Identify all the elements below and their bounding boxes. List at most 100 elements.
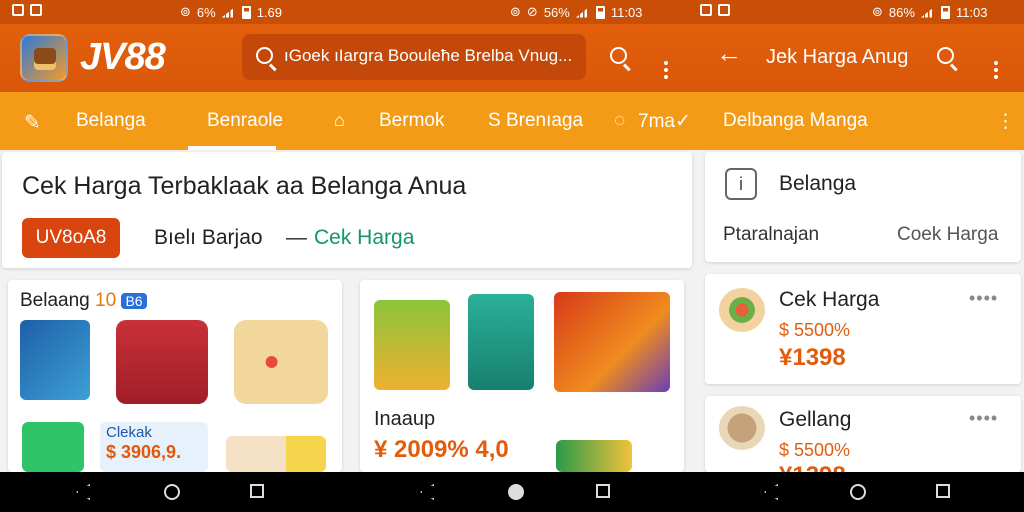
system-nav-bar xyxy=(0,472,1024,512)
more-horiz-icon[interactable]: •••• xyxy=(969,408,998,429)
status-time: 1.69 xyxy=(256,4,283,20)
headline-card: Cek Harga Terbaklaak aa Belanga Anua UV8… xyxy=(2,152,692,268)
chat-icon: ◌ xyxy=(614,110,626,131)
tab-7ma[interactable]: 7ma✓ xyxy=(638,110,691,133)
info-label: Belanga xyxy=(779,172,857,195)
tabs-more-icon[interactable]: ⋮ xyxy=(996,110,1015,133)
sub-text: Bıelı Barjao xyxy=(154,226,263,249)
price-tag-value: $ 3906,9. xyxy=(106,442,182,462)
search-icon xyxy=(937,47,954,64)
back-arrow-icon[interactable]: ← xyxy=(716,40,742,66)
status-cluster-mid: ⊚ ⊘ 56% 11:03 xyxy=(510,4,642,20)
notification-icon xyxy=(700,4,712,16)
list-item-sub: $ 5500% xyxy=(779,320,851,340)
status-time: 11:03 xyxy=(610,4,643,20)
list-item-title: Gellang xyxy=(779,408,852,431)
pin-icon[interactable]: ✎ xyxy=(24,110,41,135)
list-item[interactable]: Gellang •••• $ 5500% ¥1398 xyxy=(705,396,1021,472)
info-left-text: Ptaralnajan xyxy=(723,224,820,245)
alarm-icon: ⊚ xyxy=(510,4,521,19)
page-title: Jek Harga Anug xyxy=(766,46,909,68)
status-time: 11:03 xyxy=(955,4,988,20)
nav-home-icon[interactable] xyxy=(850,484,866,500)
green-bottle-image xyxy=(22,422,84,472)
nav-recents-icon[interactable] xyxy=(936,484,950,498)
status-cluster-left: ⊚ 6% 1.69 xyxy=(180,4,282,20)
tab-bermok[interactable]: Bermok xyxy=(379,110,444,132)
battery-percent: 56% xyxy=(543,4,570,20)
list-item-title: Cek Harga xyxy=(779,288,880,311)
promo-box-image xyxy=(554,292,670,392)
search-placeholder: ıGoek ıIargra Boouleħe Brelba Vnug... xyxy=(284,46,573,65)
snack-image xyxy=(719,406,765,450)
nav-home-icon[interactable] xyxy=(164,484,180,500)
product-card-mid[interactable]: Inaaup ¥ 2009% 4,0 xyxy=(360,280,684,472)
active-tab-indicator xyxy=(188,146,276,150)
list-item-price: ¥1398 xyxy=(779,462,846,472)
signal-icon xyxy=(221,6,236,18)
app-logo-icon[interactable] xyxy=(20,34,68,82)
list-item[interactable]: Cek Harga •••• $ 5500% ¥1398 xyxy=(705,274,1021,384)
battery-percent: 86% xyxy=(888,4,915,20)
product-card-left[interactable]: Belaang 10 B6 Clekak $ 3906,9. xyxy=(8,280,342,472)
battery-icon xyxy=(940,5,950,19)
red-bag-image xyxy=(116,320,208,404)
status-left-icons xyxy=(12,4,42,16)
grocery-image xyxy=(556,440,632,472)
bag-icon: ⌂ xyxy=(334,110,345,130)
tab-delbanga-manga[interactable]: Delbanga Manga xyxy=(723,110,868,132)
card-title: Belaang xyxy=(20,290,90,311)
nav-recents-icon[interactable] xyxy=(596,484,610,498)
food-pack-image xyxy=(374,300,450,390)
tab-benraole[interactable]: Benraole xyxy=(207,110,283,132)
gallery-icon xyxy=(30,4,42,16)
snack-box-image xyxy=(226,436,326,472)
product-name: Inaaup xyxy=(374,408,436,430)
nav-back-icon[interactable] xyxy=(76,484,90,500)
product-card-title: Belaang 10 B6 xyxy=(20,290,147,312)
info-icon: i xyxy=(725,168,757,200)
tab-belanga[interactable]: Belanga xyxy=(76,110,146,132)
overflow-menu-button-right[interactable] xyxy=(994,54,998,76)
price-tag-title: Clekak xyxy=(106,424,152,441)
signal-icon xyxy=(920,6,935,18)
brand-name: JV88 xyxy=(80,36,166,78)
more-vert-icon xyxy=(664,68,668,72)
food-bowl-image xyxy=(719,288,765,332)
more-vert-icon xyxy=(994,68,998,72)
battery-icon xyxy=(241,5,251,19)
more-horiz-icon[interactable]: •••• xyxy=(969,288,998,309)
wifi-icon: ⊚ xyxy=(872,4,883,19)
category-tabs: ✎ Belanga Benraole ⌂ Bermok S Brenıaga ◌… xyxy=(0,92,1024,150)
status-bar: ⊚ 6% 1.69 ⊚ ⊘ 56% 11:03 ⊚ 86% 11:03 xyxy=(0,0,1024,24)
list-item-price: ¥1398 xyxy=(779,344,846,371)
product-price: ¥ 2009% 4,0 xyxy=(374,436,509,463)
overflow-menu-button[interactable] xyxy=(664,54,668,76)
search-button[interactable] xyxy=(610,46,627,68)
dnd-icon: ⊘ xyxy=(526,4,538,19)
wifi-icon: ⊚ xyxy=(180,4,191,19)
cek-harga-link[interactable]: Cek Harga xyxy=(314,226,414,250)
nav-home-icon[interactable] xyxy=(508,484,524,500)
status-cluster-right-icons xyxy=(700,4,730,16)
separator-dash: — xyxy=(286,226,307,249)
card-count: 10 xyxy=(95,290,117,311)
nav-back-icon[interactable] xyxy=(764,484,778,500)
gallery-icon xyxy=(718,4,730,16)
nav-recents-icon[interactable] xyxy=(250,484,264,498)
promo-chip[interactable]: UV8oA8 xyxy=(22,218,120,258)
search-field[interactable]: ıGoek ıIargra Boouleħe Brelba Vnug... xyxy=(242,34,586,80)
price-tag-card: Clekak $ 3906,9. xyxy=(100,422,208,472)
tab-brenaga[interactable]: S Brenıaga xyxy=(488,110,583,132)
info-card: i Belanga Ptaralnajan Coek Harga xyxy=(705,152,1021,262)
status-cluster-right: ⊚ 86% 11:03 xyxy=(872,4,988,20)
search-button-right[interactable] xyxy=(937,46,954,68)
headline-text: Cek Harga Terbaklaak aa Belanga Anua xyxy=(22,172,467,200)
app-bar: JV88 ıGoek ıIargra Boouleħe Brelba Vnug.… xyxy=(0,24,1024,92)
signal-icon xyxy=(575,6,590,18)
shopping-bag-image xyxy=(468,294,534,390)
info-right-link[interactable]: Coek Harga xyxy=(897,224,998,246)
battery-percent: 6% xyxy=(196,4,216,20)
nav-back-icon[interactable] xyxy=(420,484,434,500)
list-item-sub: $ 5500% xyxy=(779,440,851,460)
